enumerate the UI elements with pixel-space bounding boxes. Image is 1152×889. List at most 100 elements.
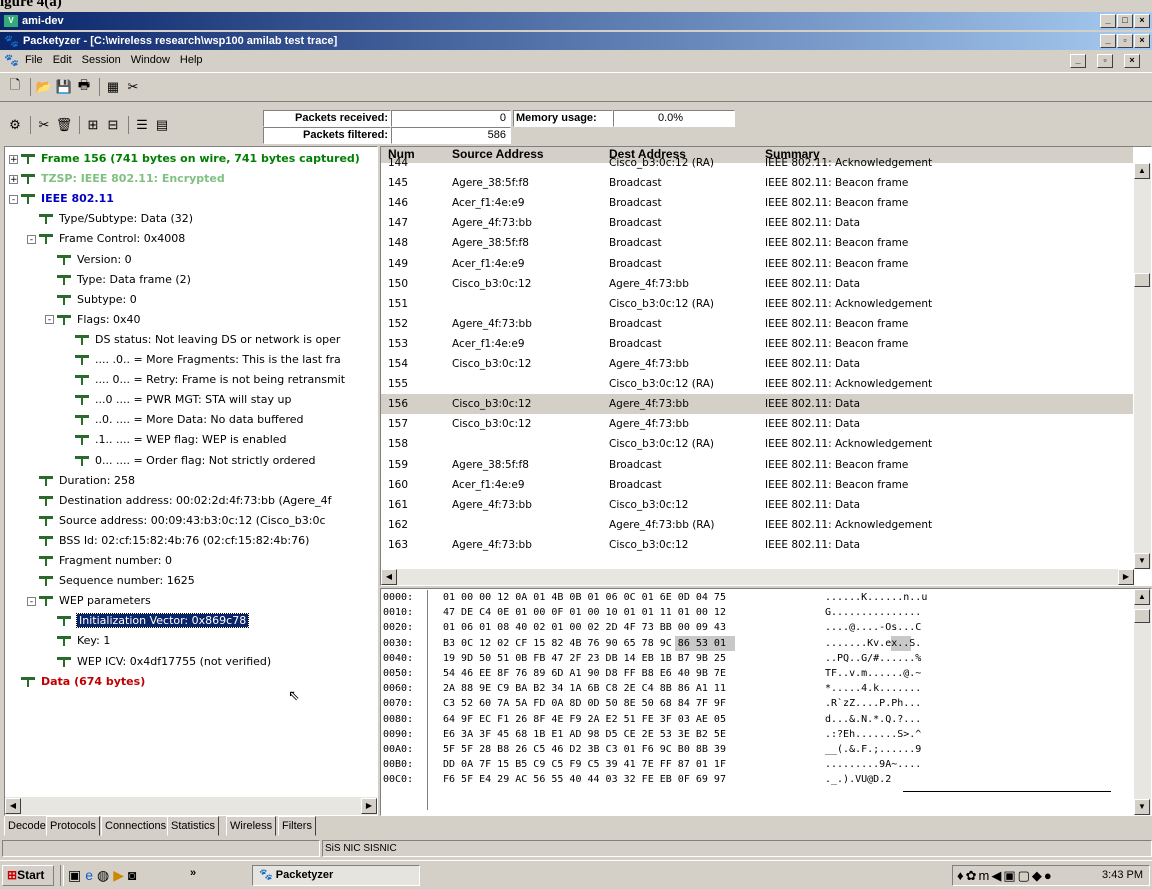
expand-icon[interactable]: + (9, 174, 18, 184)
layout-split-icon[interactable]: ⊟ (104, 116, 122, 134)
tree-node[interactable]: DS status: Not leaving DS or network is … (63, 330, 340, 350)
packet-row[interactable]: 153 Acer_f1:4e:e9 Broadcast IEEE 802.11: Be… (381, 334, 1133, 354)
trash-icon[interactable]: 🗑 (55, 116, 73, 134)
expand-icon[interactable]: + (9, 154, 18, 164)
tree-node[interactable]: ...0 .... = PWR MGT: STA will stay up (63, 390, 291, 410)
menu-edit[interactable]: Edit (53, 51, 72, 69)
restore-icon[interactable]: □ (1117, 14, 1133, 28)
packet-row[interactable]: 146 Acer_f1:4e:e9 Broadcast IEEE 802.11: Be… (381, 193, 1133, 213)
ie-icon[interactable]: e (85, 867, 97, 883)
layout-grid-icon[interactable]: ⊞ (84, 116, 102, 134)
packet-row[interactable]: 163 Agere_4f:73:bb Cisco_b3:0c:12 IEEE 802.… (381, 535, 1133, 555)
scroll-down-icon[interactable]: ▼ (1134, 553, 1150, 569)
packet-hscroll[interactable]: ◀ ▶ (381, 569, 1134, 585)
tools-icon[interactable]: ✂ (124, 78, 142, 96)
scroll-left-icon[interactable]: ◀ (5, 798, 21, 814)
print-icon[interactable]: 🖶 (75, 77, 93, 96)
tree-node[interactable]: .1.. .... = WEP flag: WEP is enabled (63, 430, 287, 450)
tab-connections[interactable]: Connections (101, 816, 171, 836)
media-icon[interactable]: ▶ (113, 867, 128, 883)
scroll-right-icon[interactable]: ▶ (361, 798, 377, 814)
tree-node[interactable]: - WEP parameters (27, 591, 151, 611)
tab-statistics[interactable]: Statistics (167, 816, 220, 836)
start-button[interactable]: ⊞Start (2, 865, 54, 886)
desktop-icon[interactable]: ▣ (68, 867, 85, 883)
menu-help[interactable]: Help (180, 51, 203, 69)
close-icon[interactable]: × (1124, 54, 1140, 68)
menu-file[interactable]: File (25, 51, 43, 69)
scroll-up-icon[interactable]: ▲ (1134, 589, 1150, 605)
tree-node[interactable]: Type/Subtype: Data (32) (27, 209, 193, 229)
hex-vscroll[interactable]: ▲ ▼ (1134, 589, 1151, 815)
packet-row[interactable]: 145 Agere_38:5f:f8 Broadcast IEEE 802.11: B… (381, 173, 1133, 193)
collapse-icon[interactable]: - (27, 596, 36, 606)
scroll-thumb[interactable] (1134, 609, 1150, 623)
view-list-icon[interactable]: ☰ (133, 116, 151, 134)
packet-row[interactable]: 152 Agere_4f:73:bb Broadcast IEEE 802.11: B… (381, 314, 1133, 334)
packet-vscroll[interactable]: ▲ ▼ (1134, 163, 1151, 569)
tree-node[interactable]: + Frame 156 (741 bytes on wire, 741 bytes… (9, 149, 360, 169)
collapse-icon[interactable]: - (45, 315, 54, 325)
open-icon[interactable]: 📂 (35, 78, 53, 96)
tree-node[interactable]: .... .0.. = More Fragments: This is the … (63, 350, 341, 370)
maximize-icon[interactable]: ▫ (1117, 34, 1133, 48)
tree-node[interactable]: - Flags: 0x40 (45, 310, 141, 330)
tree-node[interactable]: Fragment number: 0 (27, 551, 172, 571)
packet-row[interactable]: 155 Cisco_b3:0c:12 (RA) IEEE 802.11: Ackno… (381, 374, 1133, 394)
tree-node[interactable]: - Frame Control: 0x4008 (27, 229, 185, 249)
app-icon[interactable]: ◙ (128, 867, 140, 883)
packet-row[interactable]: 149 Acer_f1:4e:e9 Broadcast IEEE 802.11: Be… (381, 254, 1133, 274)
packet-row[interactable]: 150 Cisco_b3:0c:12 Agere_4f:73:bb IEEE 802.… (381, 274, 1133, 294)
packet-row[interactable]: 148 Agere_38:5f:f8 Broadcast IEEE 802.11: B… (381, 233, 1133, 253)
collapse-icon[interactable]: - (27, 234, 36, 244)
tree-node[interactable]: Source address: 00:09:43:b3:0c:12 (Cisco… (27, 511, 326, 531)
adapter-icon[interactable]: ⚙ (6, 116, 24, 134)
packet-row[interactable]: 157 Cisco_b3:0c:12 Agere_4f:73:bb IEEE 802.… (381, 414, 1133, 434)
packet-row[interactable]: 154 Cisco_b3:0c:12 Agere_4f:73:bb IEEE 802.… (381, 354, 1133, 374)
scroll-up-icon[interactable]: ▲ (1134, 163, 1150, 179)
tree-hscroll[interactable]: ◀ ▶ (5, 797, 377, 815)
tree-node[interactable]: + TZSP: IEEE 802.11: Encrypted (9, 169, 225, 189)
tree-node[interactable]: WEP ICV: 0x4df17755 (not verified) (45, 652, 271, 672)
scroll-right-icon[interactable]: ▶ (1118, 569, 1134, 585)
tree-node[interactable]: ..0. .... = More Data: No data buffered (63, 410, 303, 430)
scissors-icon[interactable]: ✂ (35, 116, 53, 134)
outlook-icon[interactable]: ◍ (97, 867, 113, 883)
collapse-icon[interactable]: - (9, 194, 18, 204)
tab-wireless[interactable]: Wireless (226, 816, 277, 836)
tree-node[interactable]: Duration: 258 (27, 471, 135, 491)
menu-session[interactable]: Session (82, 51, 121, 69)
minimize-icon[interactable]: _ (1070, 54, 1086, 68)
tree-node[interactable]: Data (674 bytes) (9, 672, 145, 692)
view-detail-icon[interactable]: ▤ (153, 116, 171, 134)
quick-launch-more[interactable]: » (190, 867, 196, 879)
tree-node[interactable]: Type: Data frame (2) (45, 270, 191, 290)
tab-protocols[interactable]: Protocols (46, 816, 100, 836)
new-icon[interactable]: 🗋 (6, 77, 24, 96)
task-packetyzer[interactable]: 🐾 Packetyzer (252, 865, 420, 886)
packet-row[interactable]: 144 Cisco_b3:0c:12 (RA) IEEE 802.11: Ackno… (381, 155, 1133, 173)
packet-row[interactable]: 159 Agere_38:5f:f8 Broadcast IEEE 802.11: B… (381, 455, 1133, 475)
packet-row[interactable]: 160 Acer_f1:4e:e9 Broadcast IEEE 802.11: Be… (381, 475, 1133, 495)
scroll-left-icon[interactable]: ◀ (381, 569, 397, 585)
scroll-thumb[interactable] (1134, 273, 1150, 287)
tree-node[interactable]: .... 0... = Retry: Frame is not being re… (63, 370, 345, 390)
packet-row[interactable]: 156 Cisco_b3:0c:12 Agere_4f:73:bb IEEE 802.… (381, 394, 1133, 415)
packet-row[interactable]: 158 Cisco_b3:0c:12 (RA) IEEE 802.11: Ackno… (381, 434, 1133, 454)
save-icon[interactable]: 💾 (55, 78, 73, 96)
minimize-icon[interactable]: _ (1100, 34, 1116, 48)
scroll-down-icon[interactable]: ▼ (1134, 799, 1150, 815)
tab-decode[interactable]: Decode (4, 816, 50, 836)
capture-icon[interactable]: ▦ (104, 78, 122, 96)
menu-window[interactable]: Window (131, 51, 170, 69)
tab-filters[interactable]: Filters (278, 816, 316, 836)
tree-node[interactable]: BSS Id: 02:cf:15:82:4b:76 (02:cf:15:82:4… (27, 531, 309, 551)
tree-node[interactable]: Sequence number: 1625 (27, 571, 195, 591)
packet-row[interactable]: 161 Agere_4f:73:bb Cisco_b3:0c:12 IEEE 802.… (381, 495, 1133, 515)
tree-node[interactable]: Subtype: 0 (45, 290, 137, 310)
tree-node[interactable]: Initialization Vector: 0x869c78 (45, 611, 250, 631)
packet-row[interactable]: 162 Agere_4f:73:bb (RA) IEEE 802.11: Ackno… (381, 515, 1133, 535)
tree-node[interactable]: Key: 1 (45, 631, 110, 651)
tree-node[interactable]: Destination address: 00:02:2d:4f:73:bb (… (27, 491, 331, 511)
close-icon[interactable]: × (1134, 34, 1150, 48)
